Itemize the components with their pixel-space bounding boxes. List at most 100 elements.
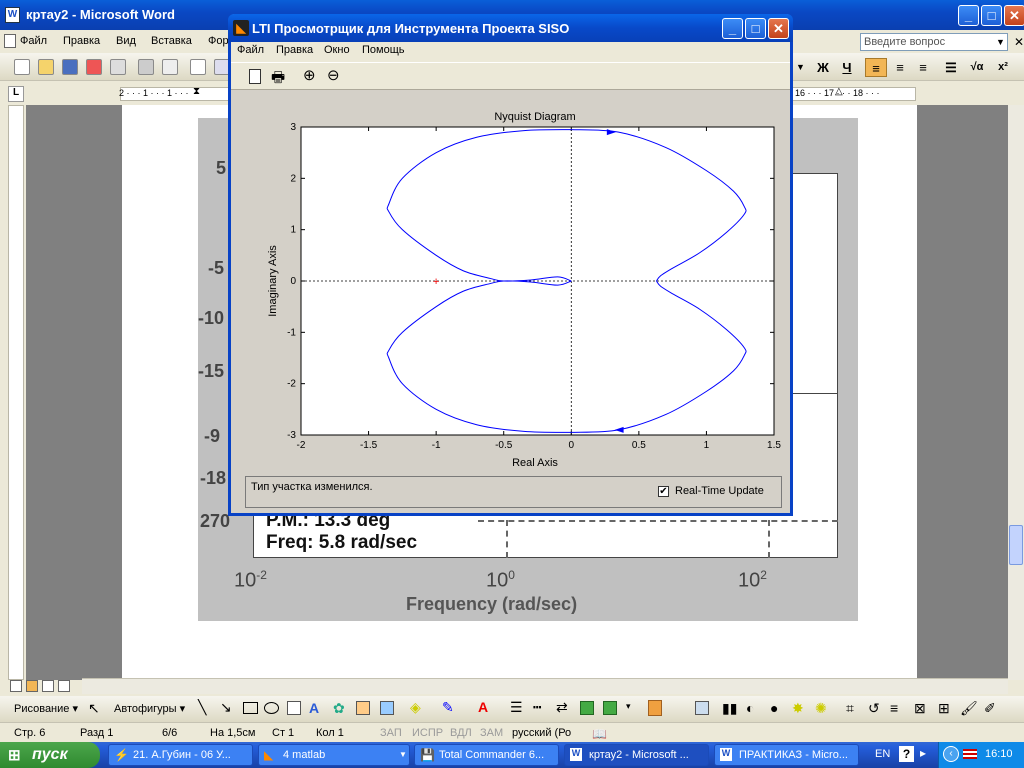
tab-selector-icon[interactable]: L bbox=[8, 86, 24, 102]
email-icon[interactable] bbox=[110, 59, 126, 75]
drawing-menu-button[interactable]: Рисование ▾ bbox=[14, 702, 78, 715]
word-maximize-button[interactable]: □ bbox=[981, 5, 1002, 26]
status-rec[interactable]: ЗАП bbox=[380, 727, 402, 739]
line-icon[interactable]: ╲ bbox=[198, 699, 206, 716]
spelling-status-icon[interactable]: 📖 bbox=[592, 727, 607, 741]
clock[interactable]: 16:10 bbox=[985, 748, 1013, 760]
brightness-less-icon[interactable]: ✺ bbox=[815, 700, 827, 717]
realtime-update-checkbox[interactable]: ✔ bbox=[658, 486, 669, 497]
justify-button[interactable]: ≡ bbox=[912, 58, 934, 77]
start-button[interactable]: ⊞ пуск bbox=[0, 742, 100, 768]
taskbar-item-word-prakt[interactable]: W ПРАКТИКАЗ - Micro... bbox=[714, 744, 859, 766]
select-objects-icon[interactable]: ↖ bbox=[88, 700, 100, 717]
numbering-button[interactable]: ☰ bbox=[940, 58, 962, 77]
print-figure-icon[interactable]: 🖶 bbox=[271, 67, 285, 92]
print-preview-icon[interactable] bbox=[162, 59, 178, 75]
us-flag-icon[interactable] bbox=[963, 749, 977, 759]
line-style-pic-icon[interactable]: ≡ bbox=[890, 700, 898, 716]
tray-expand-icon[interactable]: ▸ bbox=[920, 746, 926, 760]
align-center-button[interactable]: ≡ bbox=[889, 58, 911, 77]
3d-icon[interactable] bbox=[603, 701, 617, 715]
word-menu-format[interactable]: Фор bbox=[208, 35, 229, 47]
compress-icon[interactable]: ⊠ bbox=[914, 700, 926, 717]
nyquist-chart[interactable]: Nyquist Diagram -2 -1.5 -1 -0.5 0 0.5 1 1.5-3-2… bbox=[231, 90, 790, 470]
permission-icon[interactable] bbox=[86, 59, 102, 75]
menu-close-icon[interactable]: ✕ bbox=[1014, 35, 1024, 49]
reading-view-icon[interactable] bbox=[58, 680, 70, 692]
horizontal-scrollbar[interactable] bbox=[82, 678, 1008, 694]
equation-icon[interactable]: √α bbox=[966, 58, 988, 77]
normal-view-icon[interactable] bbox=[10, 680, 22, 692]
align-left-button[interactable]: ≡ bbox=[865, 58, 887, 77]
taskbar-item-word-kurs[interactable]: Wкртау2 - Microsoft ... bbox=[564, 744, 709, 766]
outline-view-icon[interactable] bbox=[42, 680, 54, 692]
dash-style-icon[interactable]: ┅ bbox=[533, 699, 541, 716]
format-picture-icon[interactable]: 🖌 bbox=[960, 700, 978, 717]
new-icon[interactable] bbox=[14, 59, 30, 75]
set-transparent-icon[interactable]: ✐ bbox=[984, 700, 996, 717]
insert-picture-icon[interactable] bbox=[695, 701, 709, 715]
picture-toolbar-icon[interactable] bbox=[648, 700, 662, 716]
wordart-icon[interactable]: A bbox=[309, 700, 319, 716]
text-wrapping-icon[interactable]: ⊞ bbox=[938, 700, 950, 717]
shadow-icon[interactable] bbox=[580, 701, 594, 715]
print-layout-icon[interactable] bbox=[26, 680, 38, 692]
brightness-more-icon[interactable]: ✸ bbox=[792, 700, 804, 717]
crop-icon[interactable]: ⌗ bbox=[846, 700, 854, 717]
lti-menu-window[interactable]: Окно bbox=[324, 44, 350, 56]
lti-menu-edit[interactable]: Правка bbox=[276, 44, 313, 56]
word-minimize-button[interactable]: _ bbox=[958, 5, 979, 26]
picture-icon[interactable] bbox=[380, 701, 394, 715]
line-color-icon[interactable]: ✎ bbox=[442, 699, 454, 716]
toolbar-options-icon[interactable]: ▾ bbox=[626, 701, 631, 712]
ask-question-input[interactable]: Введите вопрос bbox=[860, 33, 1008, 51]
lti-close-button[interactable]: ✕ bbox=[768, 18, 789, 39]
word-menu-view[interactable]: Вид bbox=[116, 35, 136, 47]
word-menu-insert[interactable]: Вставка bbox=[151, 35, 192, 47]
taskbar-item-totalcmd[interactable]: 💾 Total Commander 6... bbox=[414, 744, 559, 766]
lti-menu-help[interactable]: Помощь bbox=[362, 44, 405, 56]
tray-arrow-icon[interactable]: ‹ bbox=[943, 746, 959, 762]
lti-maximize-button[interactable]: □ bbox=[745, 18, 766, 39]
word-menu-edit[interactable]: Правка bbox=[63, 35, 100, 47]
textbox-icon[interactable] bbox=[287, 701, 301, 715]
status-lang[interactable]: русский (Ро bbox=[512, 727, 571, 739]
open-icon[interactable] bbox=[38, 59, 54, 75]
underline-button[interactable]: Ч bbox=[836, 58, 858, 77]
lti-minimize-button[interactable]: _ bbox=[722, 18, 743, 39]
brightness-icon[interactable]: ● bbox=[770, 700, 778, 716]
lti-title-bar[interactable]: ◣ LTI Просмотрщик для Инструмента Проект… bbox=[228, 14, 793, 42]
diagram-icon[interactable]: ✿ bbox=[333, 700, 345, 717]
contrast-icon[interactable]: ◐ bbox=[746, 700, 754, 716]
help-icon[interactable]: ? bbox=[899, 746, 914, 762]
fill-color-icon[interactable]: ◈ bbox=[410, 699, 421, 716]
clipart-icon[interactable] bbox=[356, 701, 370, 715]
line-style-icon[interactable]: ☰ bbox=[510, 699, 523, 716]
taskbar-item-winamp[interactable]: ⚡ 21. А.Губин - 06 У... bbox=[108, 744, 253, 766]
status-ext[interactable]: ВДЛ bbox=[450, 727, 472, 739]
ask-dropdown-icon[interactable]: ▼ bbox=[996, 37, 1005, 47]
arrow-style-icon[interactable]: ⇄ bbox=[556, 699, 568, 716]
bold-button[interactable]: Ж bbox=[812, 58, 834, 77]
arrow-icon[interactable]: ↘ bbox=[220, 699, 232, 716]
superscript-button[interactable]: x² bbox=[992, 58, 1014, 77]
spelling-icon[interactable] bbox=[190, 59, 206, 75]
oval-icon[interactable] bbox=[264, 702, 279, 714]
style-dropdown-icon[interactable]: ▼ bbox=[796, 62, 805, 72]
right-indent-marker-icon[interactable]: △ bbox=[835, 86, 843, 97]
color-icon[interactable]: ▮▮ bbox=[722, 700, 737, 717]
word-close-button[interactable]: ✕ bbox=[1004, 5, 1024, 26]
zoom-out-icon[interactable]: ⊖ bbox=[327, 66, 340, 84]
save-icon[interactable] bbox=[62, 59, 78, 75]
vertical-ruler[interactable] bbox=[8, 105, 24, 680]
lti-menu-file[interactable]: Файл bbox=[237, 44, 264, 56]
rectangle-icon[interactable] bbox=[243, 702, 258, 714]
word-menu-file[interactable]: Файл bbox=[20, 35, 47, 47]
autoshapes-button[interactable]: Автофигуры ▾ bbox=[114, 702, 185, 715]
status-trk[interactable]: ИСПР bbox=[412, 727, 443, 739]
print-icon[interactable] bbox=[138, 59, 154, 75]
font-color-icon[interactable]: A bbox=[478, 699, 488, 715]
status-ovr[interactable]: ЗАМ bbox=[480, 727, 503, 739]
language-indicator[interactable]: EN bbox=[875, 748, 890, 760]
rotate-icon[interactable]: ↺ bbox=[868, 700, 880, 717]
